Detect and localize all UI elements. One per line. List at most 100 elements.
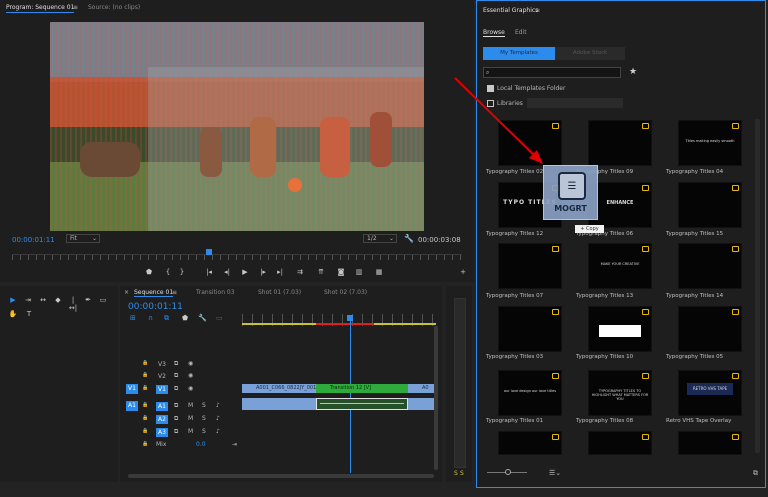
tab-source-monitor[interactable]: Source: (no clips) — [88, 4, 140, 11]
linked-selection-icon[interactable]: ⧉ — [164, 314, 169, 323]
eye-icon[interactable]: ◉ — [188, 372, 193, 379]
timeline-hscroll[interactable] — [128, 474, 434, 478]
hand-icon[interactable]: ✋ — [8, 310, 18, 318]
mix-value[interactable]: 0.0 — [196, 441, 206, 448]
go-to-end-icon[interactable]: ⇥ — [232, 441, 237, 448]
tab-browse[interactable]: Browse — [483, 29, 505, 37]
solo-button[interactable]: S — [202, 402, 206, 409]
add-icon[interactable]: + — [458, 268, 468, 276]
pen-icon[interactable]: ✒ — [83, 296, 93, 304]
play-icon[interactable]: ▶ — [240, 268, 250, 276]
video-clip[interactable]: A001_C066_0822JY_001 — [242, 384, 316, 393]
my-templates-button[interactable]: My Templates — [483, 47, 555, 60]
type-icon[interactable]: T — [24, 310, 34, 318]
slip-icon[interactable]: |↔| — [68, 296, 78, 312]
step-forward-icon[interactable]: |▸ — [258, 268, 268, 276]
sync-lock-icon[interactable]: ⧉ — [174, 360, 178, 368]
go-to-out-icon[interactable]: ▸| — [275, 268, 285, 276]
eye-icon[interactable]: ◉ — [188, 360, 193, 367]
template-thumbnail[interactable] — [678, 431, 742, 455]
tab-shot-02[interactable]: Shot 02 (7.03) — [324, 289, 367, 296]
template-thumbnail[interactable] — [588, 431, 652, 455]
sync-lock-icon[interactable]: ⧉ — [174, 385, 178, 393]
template-thumbnail[interactable]: MAKE YOUR CREATIVE — [588, 243, 652, 289]
adobe-stock-button[interactable]: Adobe Stock — [555, 47, 625, 60]
solo-label[interactable]: S — [454, 470, 458, 477]
sort-icon[interactable]: ☰⌄ — [549, 469, 561, 477]
tab-shot-01[interactable]: Shot 01 (7.03) — [258, 289, 301, 296]
tab-edit[interactable]: Edit — [515, 29, 527, 36]
video-track-header[interactable]: 🔒 V3 ⧉ ◉ — [120, 360, 240, 372]
selection-icon[interactable]: ▶ — [8, 296, 18, 304]
transition-clip[interactable]: Transition 12 [V] — [316, 384, 408, 393]
export-frame-icon[interactable]: ◙ — [336, 268, 346, 276]
razor-icon[interactable]: ◆ — [53, 296, 63, 304]
close-icon[interactable]: × — [124, 289, 129, 296]
lock-icon[interactable]: 🔒 — [142, 360, 148, 366]
template-thumbnail[interactable]: our love design our love titles — [498, 370, 562, 416]
out-icon[interactable]: } — [177, 268, 187, 276]
solo-button[interactable]: S — [202, 428, 206, 435]
tab-sequence-01[interactable]: Sequence 01 — [134, 289, 174, 297]
template-thumbnail[interactable]: TYPOGRAPHY TITLES TO HIGHLIGHT WHAT MATT… — [588, 370, 652, 416]
magnet-icon[interactable]: ∩ — [148, 314, 153, 322]
template-thumbnail[interactable] — [498, 431, 562, 455]
template-thumbnail[interactable] — [588, 120, 652, 166]
eye-icon[interactable]: ◉ — [188, 385, 193, 392]
track-select-icon[interactable]: ⇥ — [23, 296, 33, 304]
ripple-edit-icon[interactable]: ↔ — [38, 296, 48, 304]
resolution-select[interactable]: 1/2 ⌄ — [363, 234, 397, 243]
source-patch[interactable]: V1 — [126, 384, 138, 394]
insert-icon[interactable]: ⇉ — [295, 268, 305, 276]
audio-track-header[interactable]: 🔒 A2 ⧉ M S ♪ — [120, 415, 240, 427]
microphone-icon[interactable]: ♪ — [216, 428, 220, 435]
solo-button[interactable]: S — [202, 415, 206, 422]
program-timecode[interactable]: 00:00:01:11 — [12, 236, 55, 244]
lock-icon[interactable]: 🔒 — [142, 385, 148, 391]
snap-icon[interactable]: ⊞ — [130, 314, 136, 322]
template-thumbnail[interactable] — [588, 306, 652, 352]
template-thumbnail[interactable] — [678, 306, 742, 352]
monitor-scrubber[interactable] — [12, 254, 462, 260]
mute-button[interactable]: M — [188, 428, 193, 435]
new-item-icon[interactable]: ⧉ — [753, 469, 758, 478]
add-icon[interactable]: ▦ — [374, 268, 384, 276]
lock-icon[interactable]: 🔒 — [142, 428, 148, 434]
template-thumbnail[interactable] — [678, 182, 742, 228]
lock-icon[interactable]: 🔒 — [142, 372, 148, 378]
add-marker-icon[interactable]: ⬟ — [182, 314, 188, 322]
sync-lock-icon[interactable]: ⧉ — [174, 428, 178, 436]
template-thumbnail[interactable]: RETRO VHS TAPE — [678, 370, 742, 416]
slider-handle[interactable] — [505, 469, 511, 475]
template-thumbnail[interactable] — [498, 243, 562, 289]
wrench-icon[interactable]: 🔧 — [404, 234, 414, 243]
mute-button[interactable]: M — [188, 402, 193, 409]
zoom-select[interactable]: Fit ⌄ — [66, 234, 100, 243]
sync-lock-icon[interactable]: ⧉ — [174, 402, 178, 410]
audio-track-header[interactable]: 🔒 A3 ⧉ M S ♪ — [120, 428, 240, 440]
microphone-icon[interactable]: ♪ — [216, 402, 220, 409]
lock-icon[interactable]: 🔒 — [142, 415, 148, 421]
sequence-timecode[interactable]: 00:00:01:11 — [128, 302, 183, 312]
step-back-icon[interactable]: ◂| — [222, 268, 232, 276]
sync-lock-icon[interactable]: ⧉ — [174, 415, 178, 423]
overwrite-icon[interactable]: ⇈ — [316, 268, 326, 276]
source-patch[interactable]: A1 — [126, 401, 138, 411]
compare-icon[interactable]: ▥ — [354, 268, 364, 276]
solo-label-2[interactable]: S — [460, 470, 464, 477]
mute-button[interactable]: M — [188, 415, 193, 422]
tab-program-monitor[interactable]: Program: Sequence 01 — [6, 4, 75, 13]
sync-lock-icon[interactable]: ⧉ — [174, 372, 178, 380]
video-track-header[interactable]: 🔒 V2 ⧉ ◉ — [120, 372, 240, 384]
microphone-icon[interactable]: ♪ — [216, 415, 220, 422]
lock-icon[interactable]: 🔒 — [142, 441, 148, 447]
timeline-settings-icon[interactable]: 🔧 — [198, 314, 207, 322]
video-track-header[interactable]: 🔒 V1 V1 ⧉ ◉ — [120, 384, 240, 397]
audio-clip-selected[interactable] — [316, 398, 408, 410]
lock-icon[interactable]: 🔒 — [142, 402, 148, 408]
audio-track-header[interactable]: 🔒 A1 A1 ⧉ M S ♪ — [120, 401, 240, 414]
marker-icon[interactable]: ⬟ — [144, 268, 154, 276]
playhead-marker[interactable] — [206, 249, 212, 255]
essential-graphics-menu-icon[interactable]: ≡ — [535, 7, 540, 14]
tab-transition-03[interactable]: Transition 03 — [196, 289, 235, 296]
